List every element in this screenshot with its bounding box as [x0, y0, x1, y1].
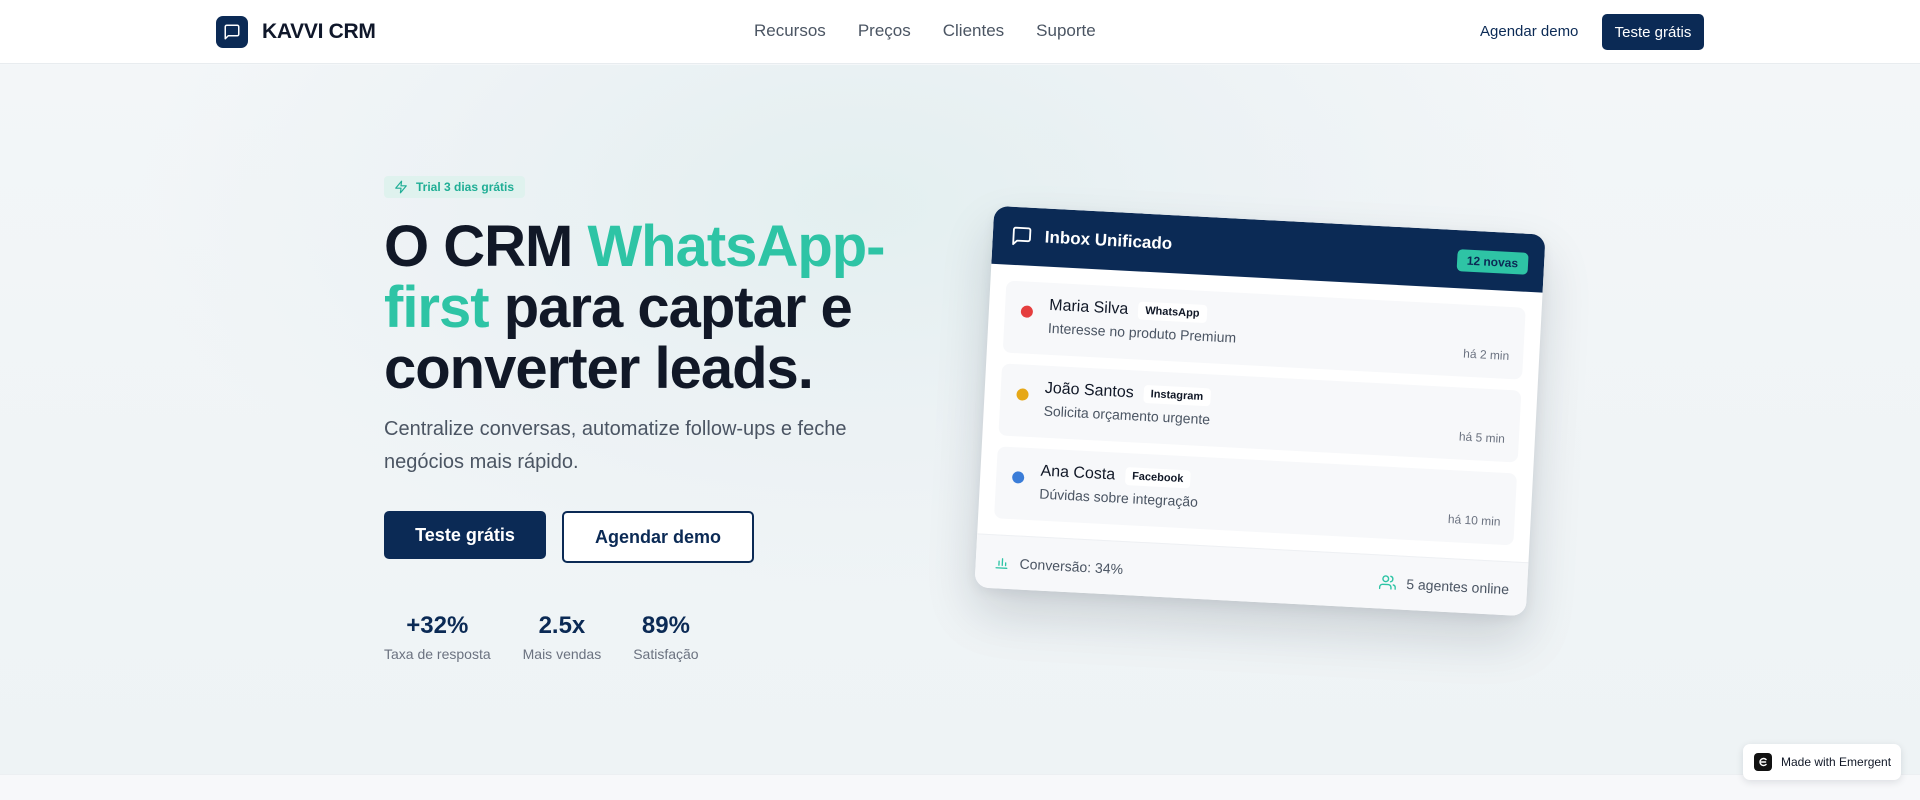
- message-preview: Interesse no produto Premium: [1047, 319, 1237, 346]
- inbox-card: Inbox Unificado 12 novas Maria Silva Wha…: [974, 205, 1546, 617]
- message-item[interactable]: Maria Silva WhatsApp Interesse no produt…: [1002, 280, 1526, 380]
- nav-link-clientes[interactable]: Clientes: [943, 21, 1004, 41]
- inbox-title: Inbox Unificado: [1044, 227, 1173, 254]
- message-item[interactable]: João Santos Instagram Solicita orçamento…: [998, 363, 1522, 463]
- message-time: há 2 min: [1462, 346, 1510, 363]
- message-preview: Dúvidas sobre integração: [1038, 485, 1199, 510]
- users-icon: [1379, 575, 1397, 590]
- header-trial-button[interactable]: Teste grátis: [1602, 14, 1704, 50]
- next-section-edge: [0, 774, 1920, 800]
- nav-link-suporte[interactable]: Suporte: [1036, 21, 1096, 41]
- inbox-list: Maria Silva WhatsApp Interesse no produt…: [978, 264, 1543, 547]
- chat-bubble-icon: [1012, 226, 1032, 246]
- message-time: há 5 min: [1458, 429, 1506, 446]
- stat-label: Taxa de resposta: [384, 646, 491, 662]
- stat-item: 2.5x Mais vendas: [523, 612, 602, 662]
- bar-chart-icon: [995, 557, 1008, 569]
- top-navbar: KAVVI CRM Recursos Preços Clientes Supor…: [0, 0, 1920, 64]
- contact-name: Ana Costa: [1040, 462, 1116, 484]
- channel-tag: WhatsApp: [1137, 301, 1208, 324]
- channel-tag: Instagram: [1143, 384, 1211, 407]
- status-dot: [1011, 471, 1025, 484]
- contact-name: João Santos: [1044, 379, 1135, 402]
- nav-link-recursos[interactable]: Recursos: [754, 21, 826, 41]
- hero-title: O CRM WhatsApp-first para captar e conve…: [384, 216, 944, 399]
- conversion-label: Conversão: 34%: [1019, 555, 1124, 577]
- hero-title-part1: O CRM: [384, 214, 588, 279]
- stat-value: +32%: [406, 612, 469, 639]
- message-time: há 10 min: [1447, 511, 1501, 529]
- emergent-logo-icon: [1754, 753, 1772, 771]
- stat-item: 89% Satisfação: [633, 612, 698, 662]
- new-messages-badge: 12 novas: [1456, 249, 1529, 275]
- status-dot: [1016, 388, 1029, 401]
- message-item[interactable]: Ana Costa Facebook Dúvidas sobre integra…: [994, 446, 1518, 546]
- main-nav: Recursos Preços Clientes Suporte: [754, 21, 1096, 41]
- trial-badge-label: Trial 3 dias grátis: [416, 180, 515, 194]
- stat-label: Mais vendas: [522, 646, 602, 662]
- channel-tag: Facebook: [1124, 467, 1191, 489]
- message-preview: Solicita orçamento urgente: [1043, 402, 1211, 428]
- stats-row: +32% Taxa de resposta 2.5x Mais vendas 8…: [384, 612, 699, 662]
- made-with-emergent-badge[interactable]: Made with Emergent: [1743, 744, 1901, 780]
- header-demo-link[interactable]: Agendar demo: [1480, 23, 1578, 40]
- stat-value: 2.5x: [538, 612, 586, 639]
- nav-link-precos[interactable]: Preços: [858, 21, 911, 41]
- stat-item: +32% Taxa de resposta: [384, 612, 491, 662]
- chat-bubble-icon: [216, 16, 248, 48]
- brand-name: KAVVI CRM: [262, 20, 376, 43]
- agents-stat: 5 agentes online: [1379, 573, 1509, 597]
- trial-badge: Trial 3 dias grátis: [384, 176, 526, 198]
- stat-label: Satisfação: [633, 646, 699, 662]
- hero-section: [0, 65, 1920, 774]
- hero-subtitle: Centralize conversas, automatize follow-…: [384, 418, 847, 473]
- brand[interactable]: KAVVI CRM: [216, 16, 376, 48]
- trial-button[interactable]: Teste grátis: [384, 511, 546, 559]
- stat-value: 89%: [641, 612, 690, 639]
- contact-name: Maria Silva: [1048, 296, 1129, 318]
- demo-button[interactable]: Agendar demo: [562, 511, 754, 563]
- agents-label: 5 agentes online: [1405, 575, 1510, 597]
- made-with-emergent-label: Made with Emergent: [1781, 755, 1892, 769]
- status-dot: [1020, 305, 1034, 318]
- conversion-stat: Conversão: 34%: [993, 554, 1124, 577]
- lightning-icon: [395, 180, 407, 194]
